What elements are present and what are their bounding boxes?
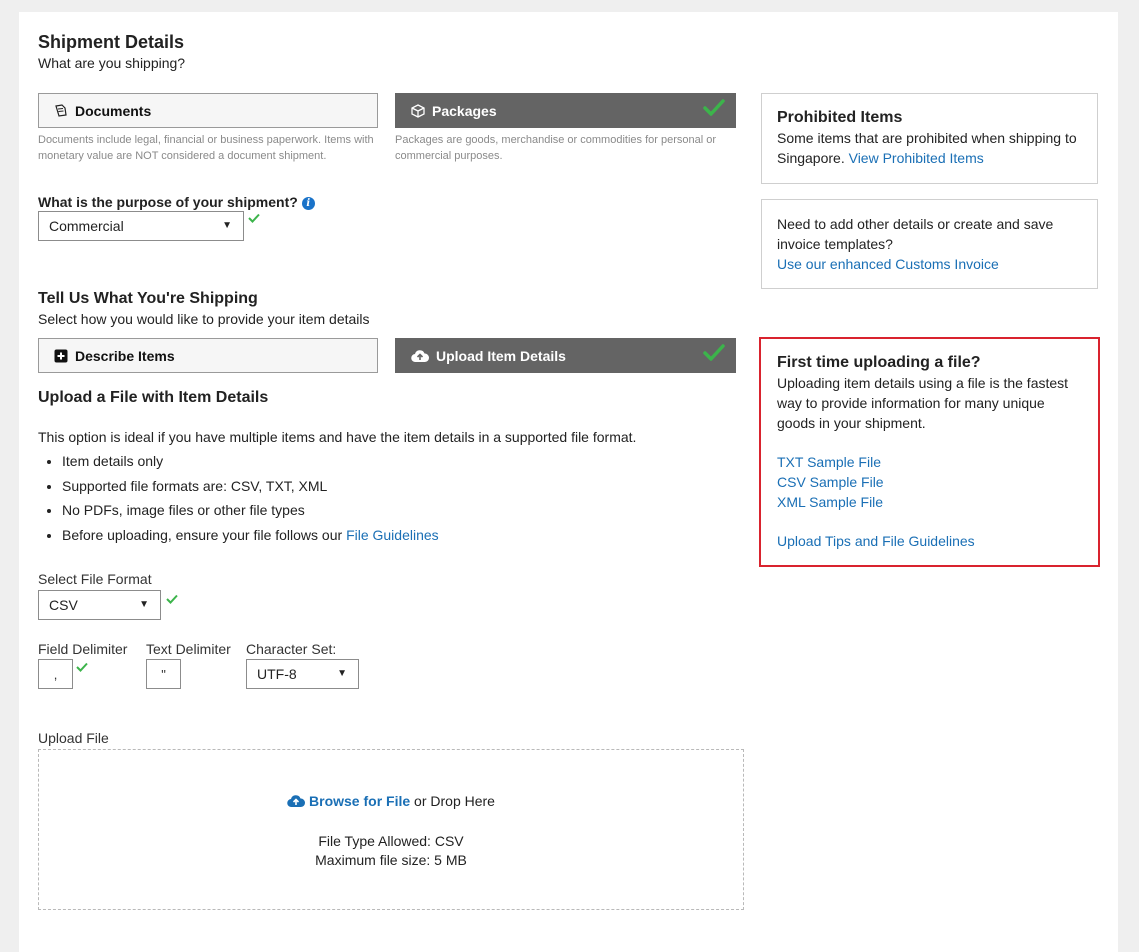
prohibited-items-text: Some items that are prohibited when ship… (777, 128, 1082, 168)
character-set-select[interactable]: UTF-8 ▼ (246, 659, 359, 689)
list-item: No PDFs, image files or other file types (62, 498, 738, 523)
check-icon (703, 98, 725, 121)
txt-sample-link[interactable]: TXT Sample File (777, 454, 881, 470)
file-format-label: Select File Format (38, 571, 152, 587)
field-delimiter-label: Field Delimiter (38, 641, 128, 657)
first-time-upload-title: First time uploading a file? (777, 354, 981, 371)
page-subtitle: What are you shipping? (38, 55, 186, 71)
caret-down-icon: ▼ (139, 599, 149, 610)
max-file-size: Maximum file size: 5 MB (315, 852, 467, 868)
upload-item-details-option[interactable]: Upload Item Details (395, 338, 736, 373)
documents-hint: Documents include legal, financial or bu… (38, 134, 374, 162)
describe-items-label: Describe Items (75, 347, 175, 364)
first-time-upload-text: Uploading item details using a file is t… (777, 375, 1069, 431)
upload-tips-link[interactable]: Upload Tips and File Guidelines (777, 533, 975, 549)
describe-items-option[interactable]: Describe Items (38, 338, 378, 373)
packages-label: Packages (432, 102, 497, 119)
upload-section-title: Upload a File with Item Details (38, 389, 269, 406)
upload-item-details-label: Upload Item Details (436, 347, 566, 364)
csv-sample-link[interactable]: CSV Sample File (777, 474, 884, 490)
documents-option[interactable]: Documents (38, 93, 378, 128)
file-format-value: CSV (49, 597, 78, 613)
check-icon (248, 210, 260, 228)
character-set-label: Character Set: (246, 641, 337, 657)
bullet-text: Before uploading, ensure your file follo… (62, 526, 343, 543)
purpose-select[interactable]: Commercial ▼ (38, 211, 244, 241)
prohibited-items-title: Prohibited Items (777, 109, 903, 126)
check-icon (703, 343, 725, 366)
items-subtitle: Select how you would like to provide you… (38, 311, 370, 327)
list-item: Item details only (62, 449, 738, 474)
file-guidelines-link[interactable]: File Guidelines (346, 527, 439, 543)
info-icon[interactable]: i (301, 197, 315, 210)
upload-intro: This option is ideal if you have multipl… (38, 429, 637, 445)
caret-down-icon: ▼ (222, 220, 232, 231)
file-drop-zone[interactable]: Browse for File or Drop Here File Type A… (38, 749, 744, 910)
packages-hint: Packages are goods, merchandise or commo… (395, 134, 716, 162)
drop-text: or Drop Here (414, 793, 495, 809)
customs-invoice-text: Need to add other details or create and … (777, 216, 1054, 252)
packages-option[interactable]: Packages (395, 93, 736, 128)
purpose-select-value: Commercial (49, 218, 124, 234)
plus-square-icon (53, 349, 69, 363)
file-format-select[interactable]: CSV ▼ (38, 590, 161, 620)
list-item: Supported file formats are: CSV, TXT, XM… (62, 474, 738, 499)
shipment-card: Shipment Details What are you shipping? … (19, 12, 1118, 952)
caret-down-icon: ▼ (337, 668, 347, 679)
first-time-upload-panel: First time uploading a file? Uploading i… (759, 337, 1100, 567)
purpose-question: What is the purpose of your shipment? i (38, 194, 315, 210)
text-delimiter-label: Text Delimiter (146, 641, 231, 657)
upload-requirements-list: Item details only Supported file formats… (38, 449, 738, 547)
items-title: Tell Us What You're Shipping (38, 290, 258, 307)
prohibited-items-panel: Prohibited Items Some items that are pro… (761, 93, 1098, 184)
cloud-upload-icon (410, 349, 430, 363)
package-icon (410, 103, 426, 118)
file-type-allowed: File Type Allowed: CSV (318, 833, 464, 849)
field-delimiter-input[interactable]: , (38, 659, 73, 689)
customs-invoice-panel: Need to add other details or create and … (761, 199, 1098, 289)
check-icon (166, 591, 178, 609)
list-item: Before uploading, ensure your file follo… (62, 523, 738, 548)
check-icon (76, 659, 88, 677)
purpose-label: What is the purpose of your shipment? (38, 194, 298, 210)
browse-file-link[interactable]: Browse for File (309, 793, 410, 809)
cloud-upload-icon (287, 794, 306, 811)
upload-file-label: Upload File (38, 730, 109, 746)
character-set-value: UTF-8 (257, 666, 297, 682)
xml-sample-link[interactable]: XML Sample File (777, 494, 883, 510)
browse-row: Browse for File or Drop Here (39, 793, 743, 811)
file-constraints: File Type Allowed: CSV Maximum file size… (39, 832, 743, 870)
view-prohibited-items-link[interactable]: View Prohibited Items (849, 150, 984, 166)
text-delimiter-input[interactable]: " (146, 659, 181, 689)
documents-label: Documents (75, 102, 152, 119)
documents-icon (53, 103, 69, 118)
page-title: Shipment Details (38, 32, 185, 52)
customs-invoice-link[interactable]: Use our enhanced Customs Invoice (777, 256, 999, 272)
